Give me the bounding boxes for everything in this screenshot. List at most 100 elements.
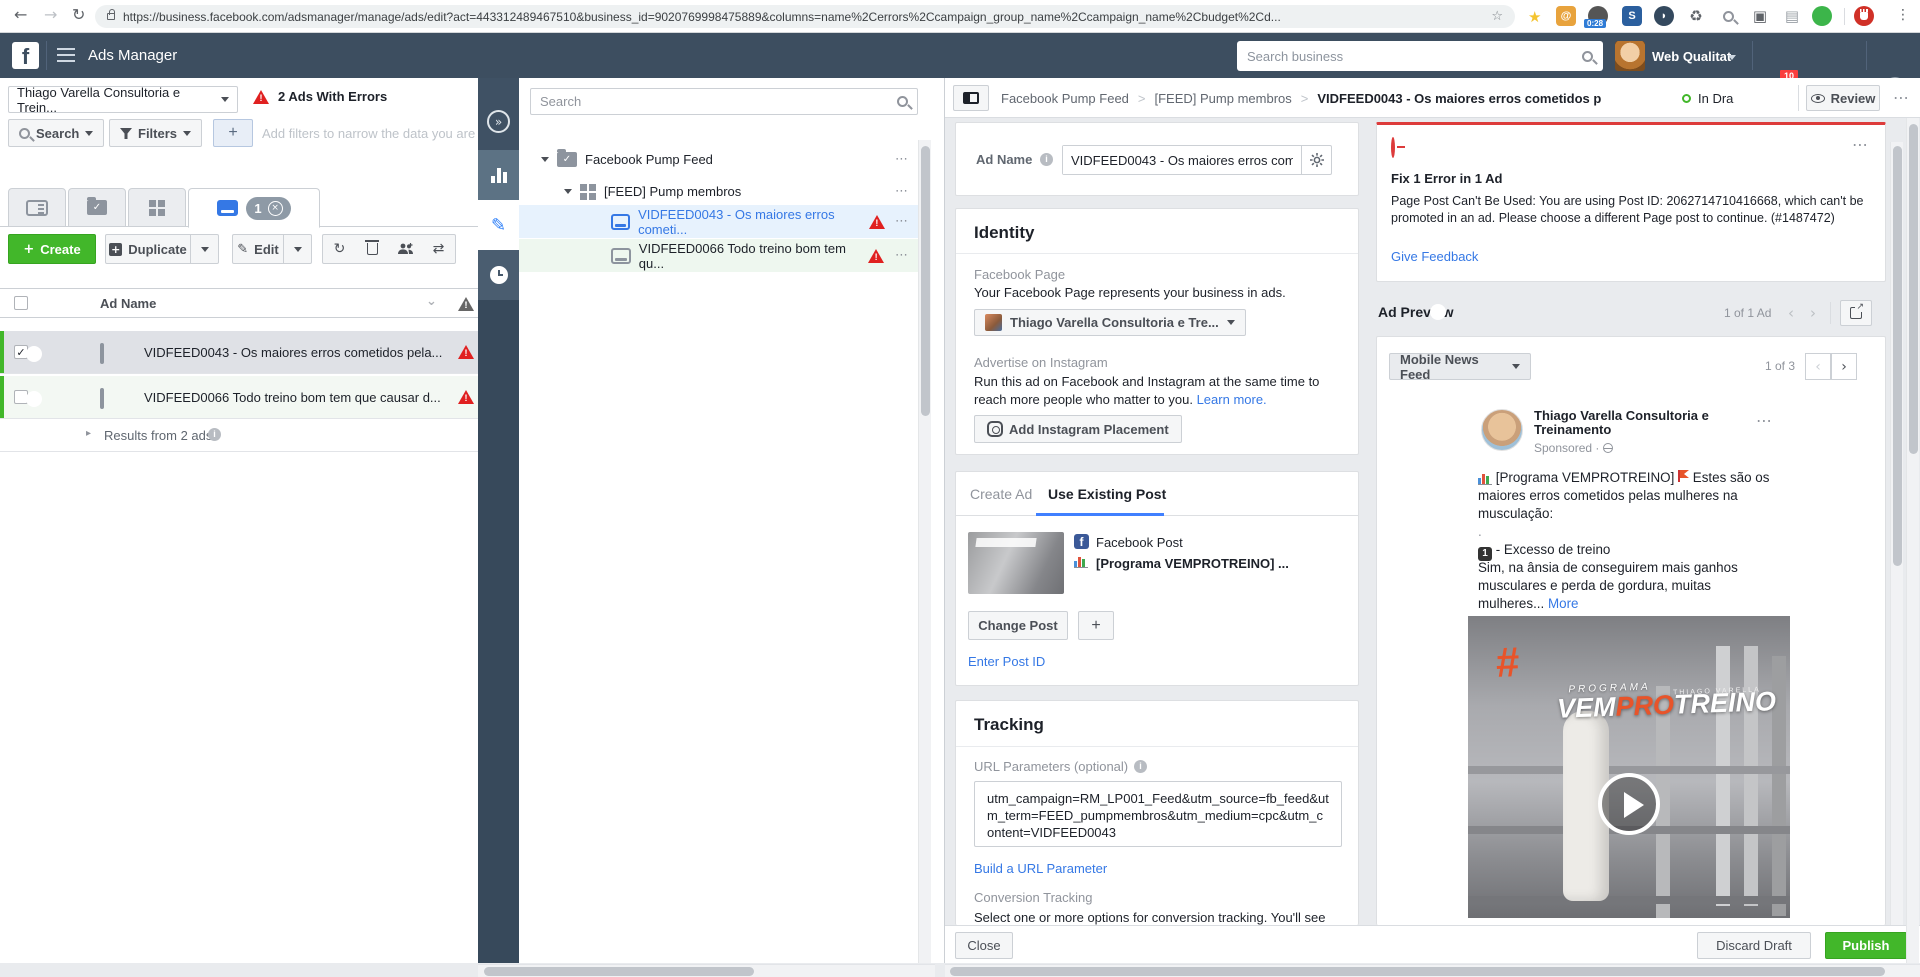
give-feedback-link[interactable]: Give Feedback xyxy=(1391,249,1478,264)
more-options-icon[interactable]: ⋯ xyxy=(895,214,909,229)
tree-search[interactable] xyxy=(530,88,918,115)
more-options-icon[interactable]: ⋯ xyxy=(895,184,909,199)
history-refresh-icon[interactable]: ↻ xyxy=(323,235,356,263)
collapse-panel-button[interactable]: » xyxy=(478,96,519,146)
discard-draft-button[interactable]: Discard Draft xyxy=(1697,932,1811,959)
extension-green-dot-icon[interactable] xyxy=(1812,6,1832,26)
tab-ad-sets[interactable] xyxy=(128,188,186,227)
breadcrumb-adset[interactable]: [FEED] Pump membros xyxy=(1155,91,1292,106)
extension-chip-icon[interactable]: ▣ xyxy=(1750,6,1770,26)
tab-campaigns[interactable]: ✓ xyxy=(68,188,126,227)
page-scrollbar[interactable] xyxy=(1906,118,1919,963)
bookmark-star-icon[interactable]: ☆ xyxy=(1491,9,1503,24)
search-button[interactable]: Search xyxy=(8,119,105,147)
scrollbar-thumb[interactable] xyxy=(484,967,754,976)
tab-account-overview[interactable] xyxy=(8,188,66,227)
info-icon[interactable]: i xyxy=(1134,760,1147,773)
open-preview-button[interactable] xyxy=(1840,300,1872,326)
change-post-button[interactable]: Change Post xyxy=(968,611,1068,640)
scrollbar-thumb[interactable] xyxy=(1893,146,1902,566)
tab-create-ad[interactable]: Create Ad xyxy=(970,486,1032,502)
browser-menu-icon[interactable]: ⋮ xyxy=(1896,7,1910,23)
page-name[interactable]: Thiago Varella Consultoria e Treinamento xyxy=(1534,409,1724,437)
post-thumbnail[interactable] xyxy=(968,532,1064,594)
more-options-icon[interactable]: ⋯ xyxy=(1893,88,1910,107)
extension-timer-icon[interactable]: 0:28 xyxy=(1584,6,1608,28)
ab-test-swap-icon[interactable]: ⇄ xyxy=(422,235,455,263)
duplicate-button[interactable]: + Duplicate xyxy=(105,234,191,264)
enter-post-id-link[interactable]: Enter Post ID xyxy=(968,654,1045,669)
user-avatar[interactable] xyxy=(1615,41,1645,71)
browser-back-icon[interactable]: ← xyxy=(14,5,27,24)
expand-caret-icon[interactable]: ▸ xyxy=(86,428,91,439)
business-search-input[interactable] xyxy=(1247,48,1582,64)
tree-hscrollbar[interactable] xyxy=(478,964,935,977)
create-button[interactable]: + Create xyxy=(8,234,96,264)
tree-item-ad-selected[interactable]: VIDFEED0043 - Os maiores erros cometi...… xyxy=(519,205,919,238)
select-all-checkbox[interactable] xyxy=(14,296,28,310)
ads-with-errors[interactable]: 2 Ads With Errors xyxy=(253,89,387,104)
placement-selector[interactable]: Mobile News Feed xyxy=(1389,352,1531,382)
extension-search-icon[interactable] xyxy=(1718,6,1738,26)
review-button[interactable]: Review xyxy=(1806,85,1880,111)
extension-s-icon[interactable]: S xyxy=(1622,6,1642,26)
scrollbar-thumb[interactable] xyxy=(1909,124,1918,454)
error-warning-icon[interactable] xyxy=(458,390,474,404)
publish-button[interactable]: Publish xyxy=(1825,932,1907,959)
add-post-button[interactable]: + xyxy=(1078,611,1114,640)
browser-forward-icon[interactable]: → xyxy=(44,5,57,24)
build-url-parameter-link[interactable]: Build a URL Parameter xyxy=(974,861,1107,876)
tab-use-existing-post[interactable]: Use Existing Post xyxy=(1048,486,1166,502)
ad-video-preview[interactable]: # PROGRAMA VEMPROTREINO THIAGO VARELLA xyxy=(1468,616,1790,918)
page-selector[interactable]: Thiago Varella Consultoria e Tre... xyxy=(974,309,1246,336)
extension-lock-icon[interactable]: @ xyxy=(1556,6,1576,26)
ads-count-pill[interactable]: 1 × xyxy=(246,196,291,220)
prev-ad-icon[interactable]: ‹ xyxy=(1788,304,1794,322)
user-name[interactable]: Web Qualitat xyxy=(1652,49,1731,64)
browser-refresh-icon[interactable]: ↻ xyxy=(72,5,85,24)
add-filter-button[interactable]: + xyxy=(213,119,253,147)
business-search[interactable] xyxy=(1237,41,1603,71)
next-format-button[interactable]: › xyxy=(1831,353,1857,380)
delete-trash-icon[interactable] xyxy=(356,235,389,263)
editor-hscrollbar[interactable] xyxy=(945,964,1920,977)
post-menu-icon[interactable]: ⋯ xyxy=(1756,411,1773,430)
ad-name-cell[interactable]: VIDFEED0066 Todo treino bom tem que caus… xyxy=(144,390,441,405)
close-button[interactable]: Close xyxy=(955,932,1013,959)
tree-search-input[interactable] xyxy=(540,94,897,109)
duplicate-caret-button[interactable] xyxy=(191,234,219,264)
edit-button[interactable]: ✎ Edit xyxy=(232,234,284,264)
ad-name-cell[interactable]: VIDFEED0043 - Os maiores erros cometidos… xyxy=(144,345,442,360)
tab-ads[interactable]: 1 × xyxy=(188,188,320,228)
ad-name-column-header[interactable]: Ad Name xyxy=(100,296,156,311)
scrollbar-thumb[interactable] xyxy=(950,967,1885,976)
tree-scrollbar[interactable] xyxy=(918,140,931,963)
prev-format-button[interactable]: ‹ xyxy=(1805,353,1831,380)
error-warning-icon[interactable] xyxy=(458,345,474,359)
info-icon[interactable]: i xyxy=(208,428,221,441)
nav-history-button[interactable] xyxy=(478,250,519,300)
scrollbar-thumb[interactable] xyxy=(921,146,930,416)
errors-column-icon[interactable] xyxy=(458,297,474,311)
page-profile-avatar[interactable] xyxy=(1481,409,1523,451)
user-menu-caret-icon[interactable] xyxy=(1728,55,1736,60)
play-button[interactable] xyxy=(1598,773,1660,835)
breadcrumb-campaign[interactable]: Facebook Pump Feed xyxy=(1001,91,1129,106)
sort-caret-icon[interactable]: ⌄ xyxy=(426,294,437,309)
hamburger-menu-icon[interactable] xyxy=(57,48,75,62)
audience-people-icon[interactable] xyxy=(389,235,422,263)
table-row[interactable]: VIDFEED0066 Todo treino bom tem que caus… xyxy=(0,376,478,419)
filters-button[interactable]: Filters xyxy=(109,119,203,147)
more-options-icon[interactable]: ⋯ xyxy=(1852,135,1869,154)
next-ad-icon[interactable]: › xyxy=(1810,304,1816,322)
tree-item-ad[interactable]: VIDFEED0066 Todo treino bom tem qu... ⋯ xyxy=(519,239,919,272)
info-icon[interactable]: i xyxy=(1040,153,1053,166)
clear-selection-icon[interactable]: × xyxy=(267,200,283,216)
extension-moon-icon[interactable]: ◗ xyxy=(1654,6,1674,26)
url-parameters-value[interactable]: utm_campaign=RM_LP001_Feed&utm_source=fb… xyxy=(974,781,1342,847)
name-template-gear-icon[interactable] xyxy=(1301,146,1331,174)
facebook-logo[interactable]: f xyxy=(12,42,39,69)
bookmarks-star-icon[interactable]: ★ xyxy=(1528,8,1541,26)
url-text[interactable]: https://business.facebook.com/adsmanager… xyxy=(123,10,1463,24)
more-options-icon[interactable]: ⋯ xyxy=(895,152,909,167)
